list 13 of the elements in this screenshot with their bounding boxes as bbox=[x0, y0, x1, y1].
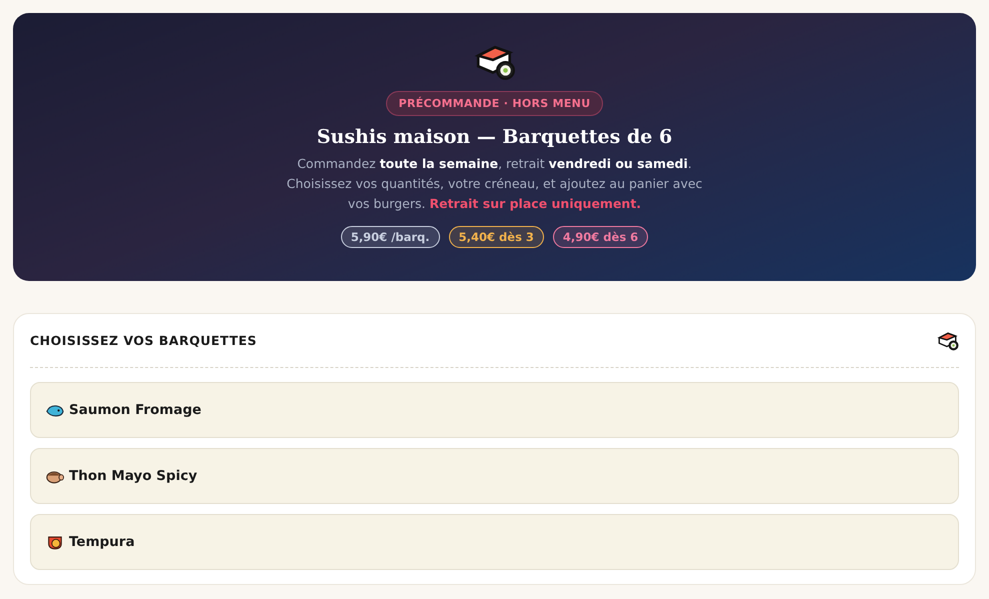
preorder-badge: PRÉCOMMANDE · HORS MENU bbox=[386, 91, 604, 116]
sushi-icon bbox=[937, 330, 959, 350]
sushi-icon bbox=[474, 43, 516, 81]
price-tag: 5,90€ /barq. bbox=[340, 226, 440, 248]
description-text: Commandez toute la semaine, retrait vendredi ou samedi. Choisissez vos quantités, votre créneau, et ajoutez au panier avec vos burgers. Retrait sur place uniquement. bbox=[286, 155, 704, 213]
sushi-option[interactable]: Tempura bbox=[30, 514, 959, 570]
section-title: CHOISISSEZ VOS BARQUETTES bbox=[30, 333, 257, 348]
sushi-option[interactable]: Thon Mayo Spicy bbox=[30, 448, 959, 504]
price-tag: 5,40€ dès 3 bbox=[448, 226, 544, 248]
sushi-option[interactable]: Saumon Fromage bbox=[30, 382, 959, 438]
page-title: Sushis maison — Barquettes de 6 bbox=[316, 126, 672, 148]
price-tag: 4,90€ dès 6 bbox=[552, 226, 648, 248]
fish-icon bbox=[46, 402, 64, 418]
